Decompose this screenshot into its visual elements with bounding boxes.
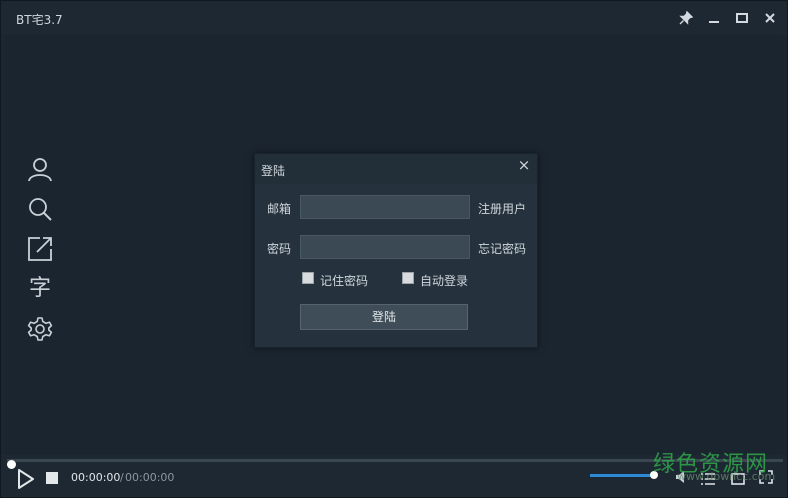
remember-password-checkbox[interactable] bbox=[302, 272, 314, 284]
stop-icon[interactable] bbox=[46, 472, 58, 484]
titlebar: BT宅3.7 bbox=[1, 1, 787, 35]
pin-icon[interactable] bbox=[677, 9, 695, 27]
share-icon[interactable] bbox=[27, 236, 53, 262]
forgot-password-link[interactable]: 忘记密码 bbox=[478, 240, 526, 257]
volume-slider[interactable] bbox=[590, 471, 658, 479]
dialog-close-icon[interactable]: × bbox=[517, 158, 531, 173]
auto-login-label: 自动登录 bbox=[420, 274, 469, 288]
time-separator: / bbox=[120, 471, 124, 484]
play-icon[interactable] bbox=[17, 469, 35, 489]
maximize-icon[interactable] bbox=[733, 9, 751, 27]
current-time: 00:00:00 bbox=[71, 471, 121, 484]
login-dialog-title: 登陆 bbox=[261, 164, 286, 178]
password-field[interactable] bbox=[300, 235, 470, 259]
login-dialog: 登陆 × 邮箱 注册用户 密码 忘记密码 记住密码 自动登录 登陆 bbox=[254, 153, 538, 348]
subtitle-icon[interactable]: 字 bbox=[27, 276, 53, 302]
login-dialog-header: 登陆 × bbox=[255, 154, 537, 184]
app-title: BT宅3.7 bbox=[16, 13, 63, 27]
close-icon[interactable] bbox=[761, 9, 779, 27]
app-window: BT宅3.7 字 登陆 × 邮箱 注册用户 密码 忘记密码 记住密码 自动登录 … bbox=[0, 0, 788, 498]
settings-icon[interactable] bbox=[27, 316, 53, 342]
login-button[interactable]: 登陆 bbox=[300, 304, 468, 330]
progress-handle[interactable] bbox=[7, 460, 16, 469]
password-label: 密码 bbox=[267, 242, 292, 256]
email-label: 邮箱 bbox=[267, 202, 292, 216]
auto-login-checkbox[interactable] bbox=[402, 272, 414, 284]
minimize-icon[interactable] bbox=[705, 9, 723, 27]
total-time: 00:00:00 bbox=[125, 471, 175, 484]
search-icon[interactable] bbox=[27, 196, 53, 222]
volume-level bbox=[590, 474, 654, 477]
user-icon[interactable] bbox=[27, 156, 53, 182]
register-link[interactable]: 注册用户 bbox=[478, 200, 526, 217]
watermark-url: www.downcc.com bbox=[677, 470, 776, 483]
remember-password-label: 记住密码 bbox=[320, 274, 369, 288]
email-field[interactable] bbox=[300, 195, 470, 219]
